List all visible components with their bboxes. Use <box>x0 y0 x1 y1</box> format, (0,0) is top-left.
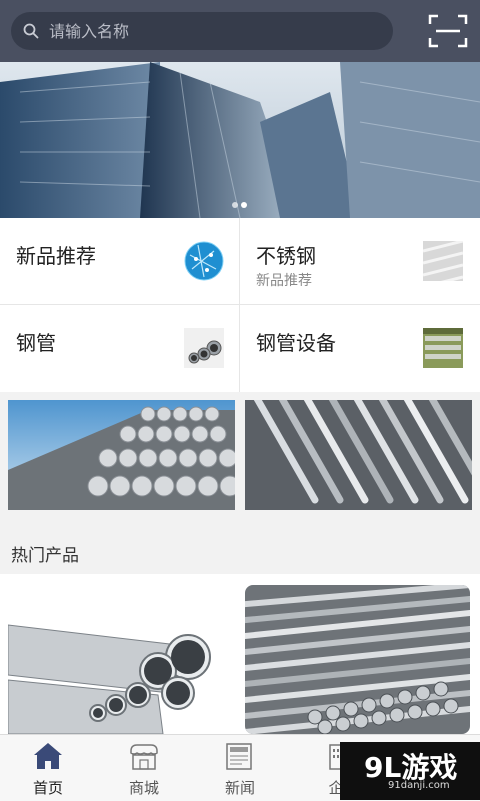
top-bar <box>0 0 480 62</box>
category-title: 钢管设备 <box>256 331 336 355</box>
hot-product-card[interactable] <box>8 585 235 734</box>
category-pipe-equipment[interactable]: 钢管设备 <box>240 305 479 391</box>
category-steel-pipe[interactable]: 钢管 <box>0 305 239 391</box>
tab-label: 商城 <box>128 779 159 797</box>
category-stainless-steel[interactable]: 不锈钢 新品推荐 <box>240 218 479 304</box>
steel-pipe-thumbnail <box>184 328 224 368</box>
tab-label: 首页 <box>32 779 63 797</box>
steel-rod-bundle-image <box>245 585 470 734</box>
promo-banner-left[interactable] <box>8 400 235 510</box>
category-subtitle: 新品推荐 <box>256 273 312 289</box>
section-title-hot-products: 热门产品 <box>11 546 79 566</box>
tab-store[interactable]: 商城 <box>96 735 192 801</box>
search-box[interactable] <box>11 12 393 50</box>
hot-product-card[interactable] <box>245 585 470 734</box>
watermark-url: 91danji.com <box>388 780 450 791</box>
store-icon <box>130 744 158 770</box>
steel-bars-image <box>8 400 235 510</box>
category-grid: 新品推荐 不锈钢 新品推荐 钢管 钢管设备 <box>0 218 480 392</box>
steel-sheet-thumbnail <box>423 241 463 281</box>
category-title: 新品推荐 <box>16 244 96 268</box>
home-icon <box>34 743 62 769</box>
category-new-products[interactable]: 新品推荐 <box>0 218 239 304</box>
banner-carousel[interactable] <box>0 62 480 218</box>
divider <box>0 304 480 305</box>
search-icon <box>23 23 39 39</box>
carousel-indicator <box>232 202 247 208</box>
watermark-logo: 9L游戏 91danji.com <box>340 742 480 800</box>
steel-rods-image <box>245 400 472 510</box>
pipe-equipment-thumbnail <box>423 328 463 368</box>
tab-label: 新闻 <box>224 779 255 797</box>
banner-image <box>0 62 480 218</box>
carousel-dot[interactable] <box>232 202 238 208</box>
scan-icon[interactable] <box>428 14 468 48</box>
carousel-dot-active[interactable] <box>241 202 247 208</box>
tab-home[interactable]: 首页 <box>0 735 96 801</box>
steel-tubes-image <box>8 585 235 734</box>
category-title: 钢管 <box>16 331 56 355</box>
divider <box>239 218 240 392</box>
tab-news[interactable]: 新闻 <box>192 735 288 801</box>
search-input[interactable] <box>47 20 371 42</box>
news-icon <box>226 743 252 770</box>
globe-icon <box>184 241 224 281</box>
category-title: 不锈钢 <box>256 244 316 268</box>
promo-banner-right[interactable] <box>245 400 472 510</box>
